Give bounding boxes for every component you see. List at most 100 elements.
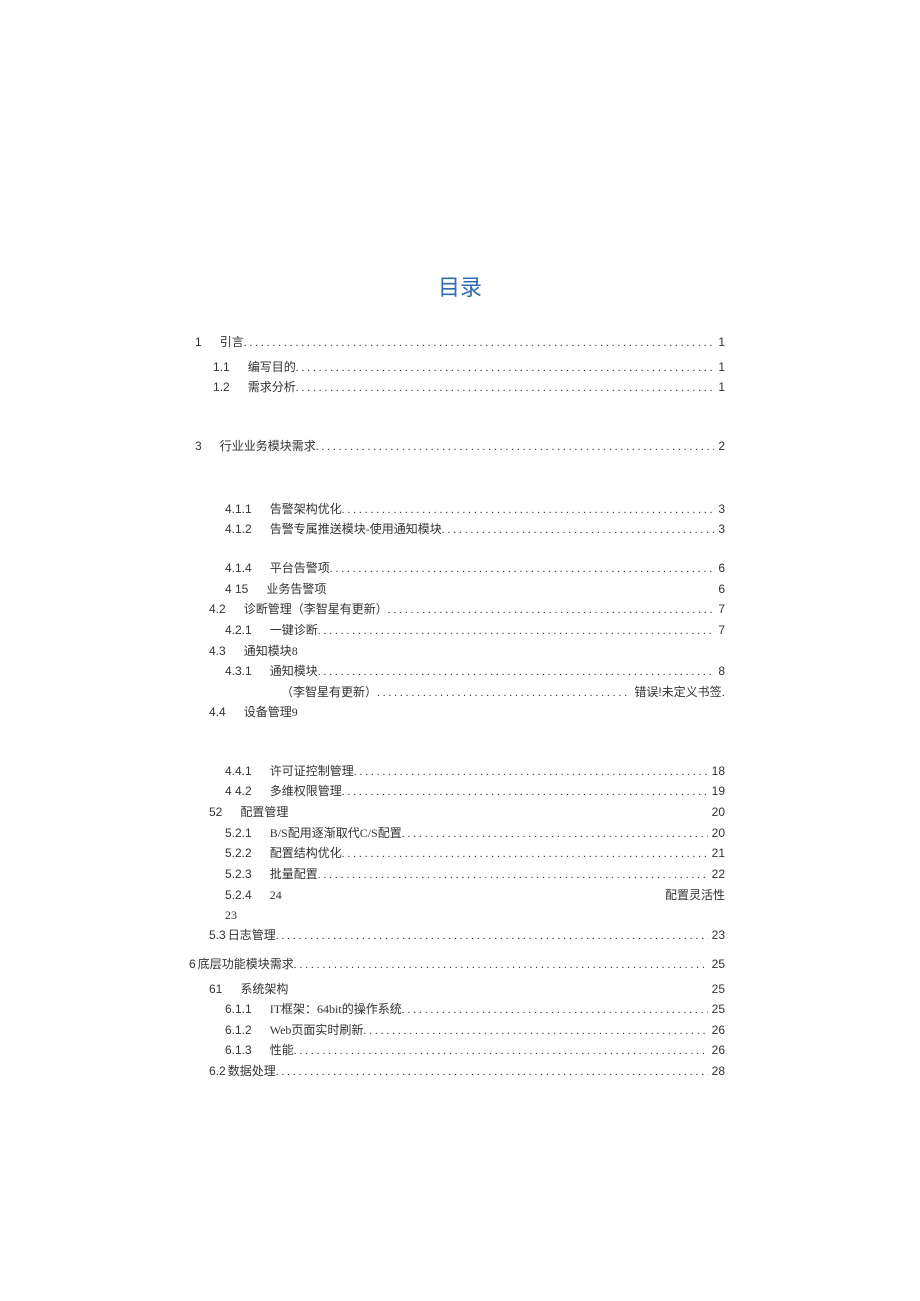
toc-entry-number: 52 bbox=[209, 802, 240, 822]
toc-entry: 4.3通知模块8 bbox=[209, 641, 725, 661]
toc-entry-label: 23 bbox=[225, 905, 237, 925]
toc-entry-page: 21 bbox=[708, 843, 725, 863]
toc-entry-page: 22 bbox=[708, 864, 725, 884]
toc-entry-page: 错误!未定义书签. bbox=[630, 682, 725, 702]
toc-entry-page: 28 bbox=[708, 1061, 725, 1081]
toc-entry-number: 5.2.4 bbox=[225, 885, 270, 905]
toc-leader-dots bbox=[342, 783, 708, 802]
toc-entry-page: 19 bbox=[708, 781, 725, 801]
toc-entry-number: 1 bbox=[195, 332, 220, 352]
toc-entry-label: 诊断管理（李智星有更新） bbox=[244, 599, 388, 619]
toc-entry-page: 26 bbox=[708, 1040, 725, 1060]
toc-leader-dots bbox=[318, 866, 708, 885]
toc-entry-number: 5.3 bbox=[209, 925, 228, 945]
toc-entry-label: 引言 bbox=[220, 332, 244, 352]
toc-entry: 61系统架构 25 bbox=[209, 979, 725, 999]
toc-entry-number: 4 15 bbox=[225, 579, 266, 599]
toc-entry: 1.1编写目的1 bbox=[213, 357, 725, 378]
toc-entry: 6.2数据处理 28 bbox=[209, 1061, 725, 1082]
toc-entry-number: 6.1.2 bbox=[225, 1020, 270, 1040]
toc-entry-label: （李智星有更新） bbox=[281, 682, 377, 702]
toc-entry-number: 4 4.2 bbox=[225, 781, 270, 801]
toc-entry-number: 3 bbox=[195, 436, 220, 456]
toc-leader-dots bbox=[377, 684, 630, 703]
toc-entry-number: 5.2.3 bbox=[225, 864, 270, 884]
toc-title: 目录 bbox=[100, 270, 820, 302]
toc-leader-dots bbox=[296, 359, 715, 378]
toc-entry: 6.1.2Web页面实时刷新26 bbox=[225, 1020, 725, 1041]
toc-entry-page: 2 bbox=[714, 436, 725, 456]
toc-entry-page: 6 bbox=[714, 558, 725, 578]
toc-entry: 4 4.2多维权限管理 19 bbox=[225, 781, 725, 802]
toc-entry-number: 6 bbox=[189, 954, 198, 974]
toc-entry-number: 4.3.1 bbox=[225, 661, 270, 681]
toc-entry: 5.3日志管理23 bbox=[209, 925, 725, 946]
toc-leader-dots bbox=[244, 334, 715, 353]
toc-entry-label: 设备管理9 bbox=[244, 702, 298, 722]
toc-entry-page: 26 bbox=[708, 1020, 725, 1040]
toc-entry-number: 61 bbox=[209, 979, 240, 999]
toc-entry-page: 7 bbox=[714, 599, 725, 619]
toc-entry-page: 7 bbox=[714, 620, 725, 640]
toc-leader-dots bbox=[388, 601, 715, 620]
toc-entry: 4 15业务告警项6 bbox=[225, 579, 725, 599]
toc-entry-number: 1.1 bbox=[213, 357, 248, 377]
toc-entry: 3行业业务模块需求2 bbox=[195, 436, 725, 457]
toc-entry: 52配置管理 20 bbox=[209, 802, 725, 822]
toc-entry-page: 8 bbox=[714, 661, 725, 681]
toc-entry-number: 6.2 bbox=[209, 1061, 228, 1081]
toc-entry-label: 配置管理 bbox=[240, 802, 288, 822]
toc-entry-label: 通知模块 bbox=[270, 661, 318, 681]
toc-entry: 4.4设备管理9 bbox=[209, 702, 725, 722]
table-of-contents: 1引言11.1编写目的11.2需求分析13行业业务模块需求24.1.1告警架构优… bbox=[195, 332, 725, 1082]
toc-entry-page: 20 bbox=[708, 802, 725, 822]
toc-entry-label: 性能 bbox=[270, 1040, 294, 1060]
toc-entry: 6.1.3性能 26 bbox=[225, 1040, 725, 1061]
toc-entry: 1.2需求分析1 bbox=[213, 377, 725, 398]
toc-entry-page: 25 bbox=[708, 954, 725, 974]
toc-entry-label: 告警专属推送模块-使用通知模块 bbox=[270, 519, 442, 539]
toc-entry: 5.2.2配置结构优化21 bbox=[225, 843, 725, 864]
toc-entry: 5.2.1B/S配用逐渐取代C/S配置20 bbox=[225, 823, 725, 844]
toc-leader-dots bbox=[296, 379, 715, 398]
toc-entry-label: 24 bbox=[270, 885, 282, 905]
toc-entry: 4.2.1一键诊断7 bbox=[225, 620, 725, 641]
toc-entry-label: 许可证控制管理 bbox=[270, 761, 354, 781]
toc-entry-page: 25 bbox=[708, 979, 725, 999]
toc-entry-number: 4.1.2 bbox=[225, 519, 270, 539]
toc-entry: 4.3.1通知模块 8 bbox=[225, 661, 725, 682]
toc-entry-number: 4.4.1 bbox=[225, 761, 270, 781]
toc-entry-label: 系统架构 bbox=[240, 979, 288, 999]
toc-gap bbox=[195, 398, 725, 426]
toc-entry-page: 23 bbox=[708, 925, 725, 945]
toc-entry-number: 6.1.1 bbox=[225, 999, 270, 1019]
toc-entry: 1引言1 bbox=[195, 332, 725, 353]
toc-entry-page: 6 bbox=[714, 579, 725, 599]
toc-entry: 5.2.3批量配置22 bbox=[225, 864, 725, 885]
toc-entry-label: 数据处理 bbox=[228, 1061, 276, 1081]
toc-entry-label: B/S配用逐渐取代C/S配置 bbox=[270, 823, 402, 843]
toc-leader-dots bbox=[318, 663, 715, 682]
toc-entry-page: 1 bbox=[714, 332, 725, 352]
toc-entry: 4.2诊断管理（李智星有更新）7 bbox=[209, 599, 725, 620]
toc-entry-number: 4.1.4 bbox=[225, 558, 270, 578]
toc-entry-label: 多维权限管理 bbox=[270, 781, 342, 801]
toc-entry-number: 4.3 bbox=[209, 641, 244, 661]
toc-entry: 4.4.1许可证控制管理18 bbox=[225, 761, 725, 782]
toc-entry-page: 20 bbox=[708, 823, 725, 843]
toc-entry-page: 1 bbox=[714, 377, 725, 397]
toc-entry-label: 需求分析 bbox=[248, 377, 296, 397]
toc-entry: 6.1.1IT框架：64bit的操作系统25 bbox=[225, 999, 725, 1020]
toc-entry-page: 1 bbox=[714, 357, 725, 377]
toc-entry-label: 通知模块8 bbox=[244, 641, 298, 661]
toc-entry-page: 3 bbox=[714, 519, 725, 539]
toc-entry-page: 配置灵活性 bbox=[661, 885, 725, 905]
toc-entry: 5.2.424 配置灵活性 bbox=[225, 885, 725, 905]
toc-leader-dots bbox=[402, 825, 708, 844]
toc-entry-page: 25 bbox=[708, 999, 725, 1019]
toc-gap bbox=[195, 461, 725, 499]
toc-entry: （李智星有更新） 错误!未定义书签. bbox=[225, 682, 725, 703]
toc-gap bbox=[195, 540, 725, 558]
toc-entry-number: 6.1.3 bbox=[225, 1040, 270, 1060]
toc-leader-dots bbox=[330, 560, 715, 579]
